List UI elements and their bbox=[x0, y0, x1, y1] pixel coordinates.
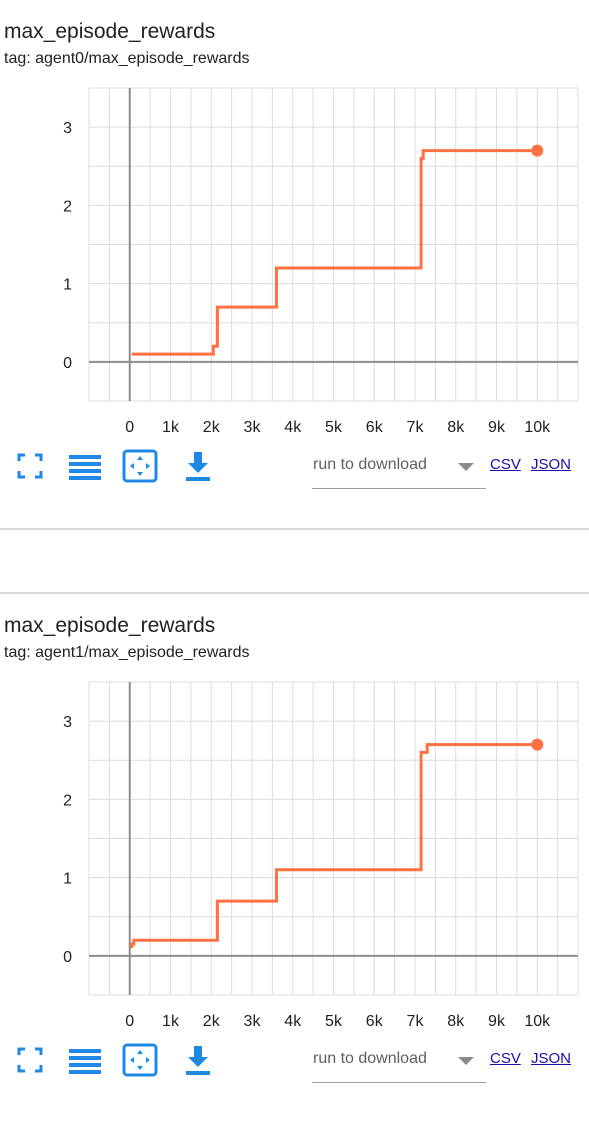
card-title: max_episode_rewards bbox=[4, 614, 216, 637]
last-point-marker bbox=[531, 738, 544, 751]
toggle-log-scale-icon bbox=[69, 455, 101, 480]
x-tick-label: 5k bbox=[325, 1013, 343, 1030]
download-button[interactable] bbox=[180, 448, 216, 484]
card-divider bbox=[0, 528, 589, 530]
y-tick-label: 0 bbox=[63, 949, 72, 966]
line-chart[interactable]: 0 1 2 3 0 1k 2k 3k 4k 5k 6k 7k 8k 9k 10k bbox=[0, 674, 589, 1039]
y-tick-label: 1 bbox=[63, 871, 72, 888]
run-select-label: run to download bbox=[313, 1050, 427, 1067]
x-tick-label: 1k bbox=[162, 1013, 180, 1030]
y-tick-label: 3 bbox=[63, 120, 72, 137]
card-title: max_episode_rewards bbox=[4, 20, 216, 43]
run-select-label: run to download bbox=[313, 456, 427, 473]
toggle-log-scale-button[interactable] bbox=[67, 448, 103, 484]
x-tick-label: 10k bbox=[524, 419, 551, 436]
x-tick-label: 7k bbox=[407, 419, 425, 436]
x-tick-label: 3k bbox=[244, 1013, 262, 1030]
fullscreen-icon bbox=[17, 1047, 43, 1073]
x-tick-label: 2k bbox=[203, 1013, 221, 1030]
y-tick-label: 0 bbox=[63, 355, 72, 372]
download-button[interactable] bbox=[180, 1042, 216, 1078]
csv-link[interactable]: CSV bbox=[490, 1050, 521, 1067]
json-link[interactable]: JSON bbox=[531, 456, 571, 473]
x-tick-label: 6k bbox=[366, 1013, 384, 1030]
x-tick-label: 8k bbox=[447, 1013, 465, 1030]
card-tag: tag: agent0/max_episode_rewards bbox=[4, 50, 250, 67]
x-tick-label: 6k bbox=[366, 419, 384, 436]
chart-toolbar: run to download CSV JSON bbox=[0, 446, 589, 494]
last-point-marker bbox=[531, 144, 544, 157]
card-tag: tag: agent1/max_episode_rewards bbox=[4, 644, 250, 661]
run-select[interactable]: run to download bbox=[312, 450, 486, 489]
run-select[interactable]: run to download bbox=[312, 1044, 486, 1083]
fit-domain-icon bbox=[122, 1043, 158, 1077]
chart-card: max_episode_rewards tag: agent1/max_epis… bbox=[0, 594, 589, 1127]
caret-down-icon bbox=[458, 463, 474, 471]
download-icon bbox=[186, 452, 210, 481]
x-tick-label: 1k bbox=[162, 419, 180, 436]
x-tick-label: 9k bbox=[488, 1013, 506, 1030]
fit-domain-icon bbox=[122, 449, 158, 483]
toggle-log-scale-icon bbox=[69, 1049, 101, 1074]
y-tick-label: 2 bbox=[63, 792, 72, 809]
y-tick-label: 2 bbox=[63, 198, 72, 215]
fit-domain-button[interactable] bbox=[122, 448, 158, 484]
fit-domain-button[interactable] bbox=[122, 1042, 158, 1078]
fullscreen-button[interactable] bbox=[12, 1042, 48, 1078]
x-tick-label: 4k bbox=[284, 1013, 302, 1030]
fullscreen-icon bbox=[17, 453, 43, 479]
toggle-log-scale-button[interactable] bbox=[67, 1042, 103, 1078]
fullscreen-button[interactable] bbox=[12, 448, 48, 484]
chart-toolbar: run to download CSV JSON bbox=[0, 1040, 589, 1088]
y-tick-label: 1 bbox=[63, 277, 72, 294]
x-tick-label: 8k bbox=[447, 419, 465, 436]
x-tick-label: 5k bbox=[325, 419, 343, 436]
y-tick-label: 3 bbox=[63, 714, 72, 731]
x-tick-label: 0 bbox=[125, 419, 134, 436]
x-tick-label: 9k bbox=[488, 419, 506, 436]
x-tick-label: 7k bbox=[407, 1013, 425, 1030]
download-icon bbox=[186, 1046, 210, 1075]
caret-down-icon bbox=[458, 1057, 474, 1065]
line-chart[interactable]: 0 1 2 3 0 1k 2k 3k 4k 5k 6k 7k 8k 9k 10k bbox=[0, 80, 589, 445]
x-tick-label: 10k bbox=[524, 1013, 551, 1030]
x-tick-label: 2k bbox=[203, 419, 221, 436]
json-link[interactable]: JSON bbox=[531, 1050, 571, 1067]
chart-card: max_episode_rewards tag: agent0/max_epis… bbox=[0, 0, 589, 530]
x-tick-label: 0 bbox=[125, 1013, 134, 1030]
csv-link[interactable]: CSV bbox=[490, 456, 521, 473]
x-tick-label: 4k bbox=[284, 419, 302, 436]
x-tick-label: 3k bbox=[244, 419, 262, 436]
